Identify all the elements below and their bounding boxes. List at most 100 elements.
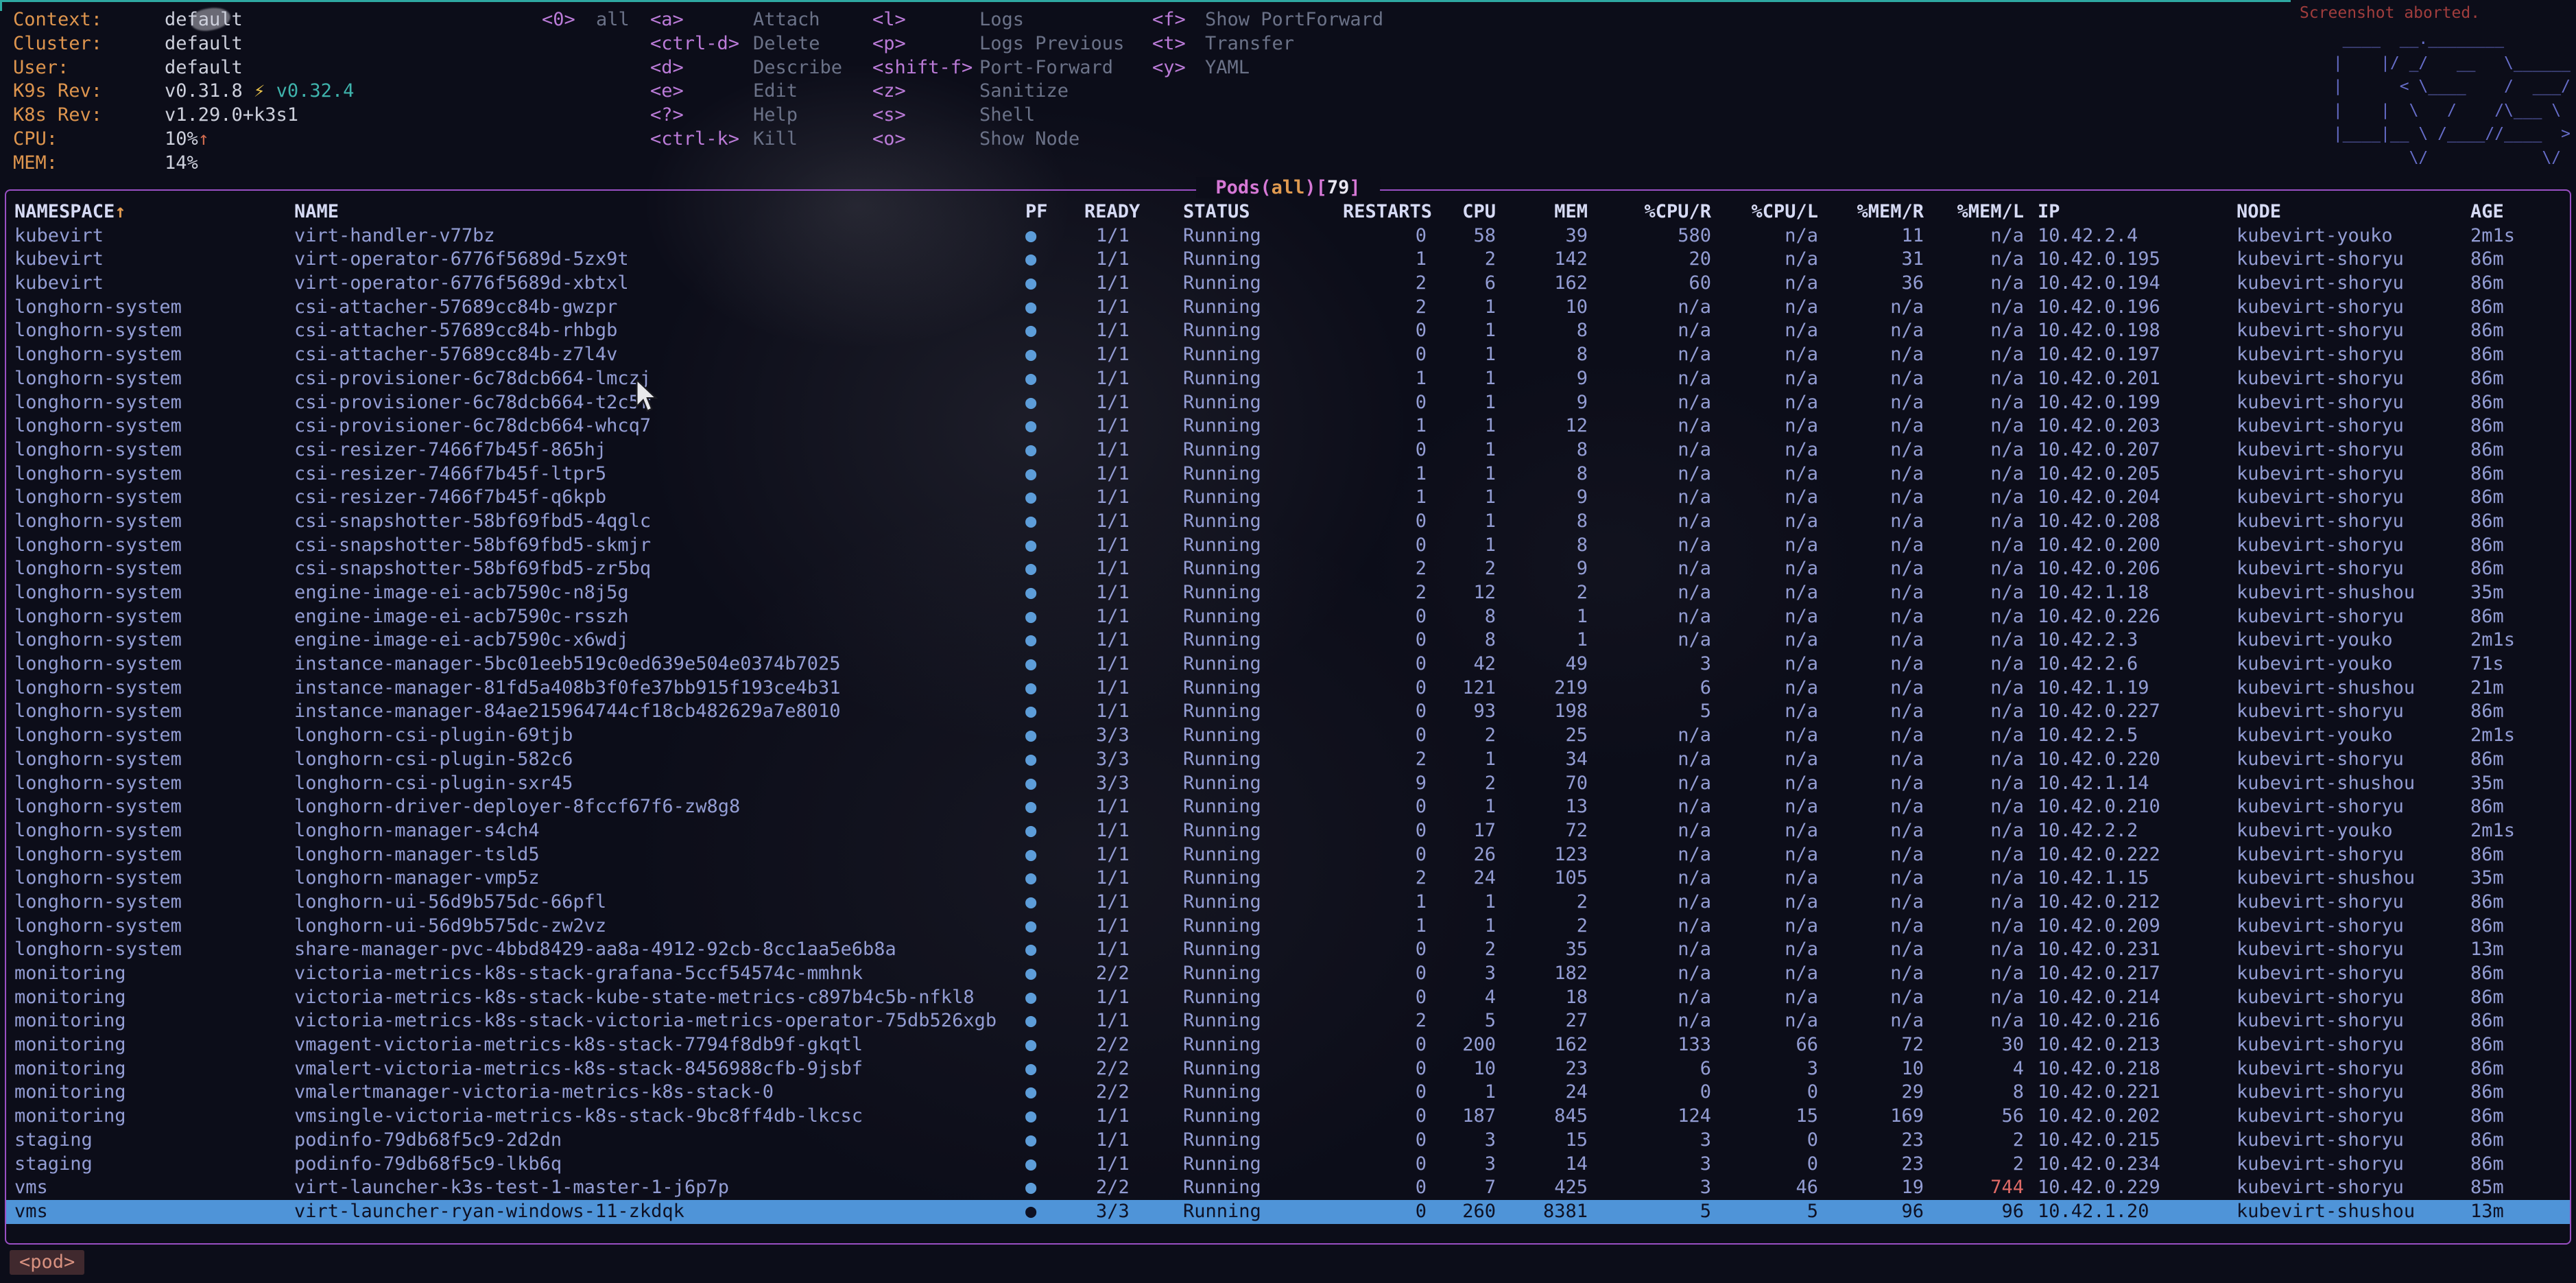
cell-ready: 1/1 [1076,652,1175,676]
cell-name: longhorn-manager-s4ch4 [294,819,1018,843]
column-header-cpu-l[interactable]: %CPU/L [1718,200,1825,224]
column-header-ready[interactable]: READY [1076,200,1175,224]
table-row[interactable]: monitoringvictoria-metrics-k8s-stack-vic… [6,1009,2570,1033]
cell-ready: 1/1 [1076,915,1175,939]
table-row[interactable]: longhorn-systemcsi-provisioner-6c78dcb66… [6,414,2570,438]
table-row[interactable]: longhorn-systeminstance-manager-5bc01eeb… [6,652,2570,676]
cell-status: Running [1175,843,1343,867]
cell-cpu: 12 [1433,581,1503,605]
column-header-node[interactable]: NODE [2232,200,2462,224]
cell-name: csi-attacher-57689cc84b-z7l4v [294,343,1018,367]
cell-ready: 3/3 [1076,772,1175,796]
cell-node: kubevirt-shoryu [2232,962,2462,986]
portforward-dot-icon: ● [1018,557,1076,581]
table-row[interactable]: longhorn-systemcsi-attacher-57689cc84b-r… [6,319,2570,343]
column-header-ip[interactable]: IP [2031,200,2232,224]
table-row[interactable]: longhorn-systeminstance-manager-84ae2159… [6,700,2570,724]
table-row[interactable]: longhorn-systemengine-image-ei-acb7590c-… [6,581,2570,605]
column-header-status[interactable]: STATUS [1175,200,1343,224]
table-row[interactable]: longhorn-systemlonghorn-manager-vmp5z●1/… [6,867,2570,891]
column-header-mem-l[interactable]: %MEM/L [1931,200,2031,224]
cell-cpu-r: 0 [1595,1081,1718,1105]
table-row[interactable]: longhorn-systemcsi-resizer-7466f7b45f-lt… [6,462,2570,486]
table-row[interactable]: longhorn-systemcsi-snapshotter-58bf69fbd… [6,557,2570,581]
cell-mem-l: 744 [1931,1176,2031,1200]
cell-namespace: longhorn-system [14,581,294,605]
column-header-age[interactable]: AGE [2462,200,2564,224]
table-row[interactable]: kubevirtvirt-operator-6776f5689d-xbtxl●1… [6,272,2570,296]
cell-cpu: 26 [1433,843,1503,867]
cell-cpu-r: 5 [1595,1200,1718,1224]
column-header-cpu-r[interactable]: %CPU/R [1595,200,1718,224]
table-row[interactable]: monitoringvmsingle-victoria-metrics-k8s-… [6,1105,2570,1129]
cell-mem: 15 [1503,1129,1595,1153]
table-row[interactable]: longhorn-systemcsi-resizer-7466f7b45f-q6… [6,486,2570,510]
cell-namespace: monitoring [14,1105,294,1129]
cell-mem-r: n/a [1825,915,1931,939]
table-row[interactable]: monitoringvmalert-victoria-metrics-k8s-s… [6,1057,2570,1081]
table-row[interactable]: kubevirtvirt-operator-6776f5689d-5zx9t●1… [6,248,2570,272]
table-row[interactable]: vmsvirt-launcher-k3s-test-1-master-1-j6p… [6,1176,2570,1200]
cell-cpu-l: n/a [1718,724,1825,748]
table-row[interactable]: stagingpodinfo-79db68f5c9-2d2dn●1/1Runni… [6,1129,2570,1153]
cell-mem-l: 4 [1931,1057,2031,1081]
column-header-cpu[interactable]: CPU [1433,200,1503,224]
table-row[interactable]: longhorn-systemcsi-provisioner-6c78dcb66… [6,367,2570,391]
column-header-mem[interactable]: MEM [1503,200,1595,224]
table-row[interactable]: longhorn-systemengine-image-ei-acb7590c-… [6,605,2570,629]
table-row[interactable]: monitoringvmagent-victoria-metrics-k8s-s… [6,1033,2570,1057]
column-header-mem-r[interactable]: %MEM/R [1825,200,1931,224]
table-row[interactable]: longhorn-systemlonghorn-manager-tsld5●1/… [6,843,2570,867]
cell-ip: 10.42.0.197 [2031,343,2232,367]
cell-name: csi-attacher-57689cc84b-rhbgb [294,319,1018,343]
cell-cpu: 1 [1433,343,1503,367]
table-row[interactable]: longhorn-systemshare-manager-pvc-4bbd842… [6,938,2570,962]
breadcrumb-pod[interactable]: <pod> [10,1250,84,1275]
portforward-dot-icon: ● [1018,534,1076,558]
table-row-selected[interactable]: vmsvirt-launcher-ryan-windows-11-zkdqk●3… [6,1200,2570,1224]
cell-ready: 1/1 [1076,557,1175,581]
table-row[interactable]: longhorn-systeminstance-manager-81fd5a40… [6,676,2570,701]
table-row[interactable]: longhorn-systemlonghorn-csi-plugin-69tjb… [6,724,2570,748]
cell-ready: 3/3 [1076,748,1175,772]
top-border-line [0,0,2291,2]
cell-mem: 9 [1503,367,1595,391]
table-row[interactable]: longhorn-systemcsi-resizer-7466f7b45f-86… [6,438,2570,462]
table-row[interactable]: monitoringvictoria-metrics-k8s-stack-gra… [6,962,2570,986]
table-row[interactable]: longhorn-systemlonghorn-manager-s4ch4●1/… [6,819,2570,843]
hotkey-label: Delete [753,33,820,54]
cell-namespace: longhorn-system [14,510,294,534]
cell-mem-l: n/a [1931,391,2031,415]
column-header-name[interactable]: NAME [294,200,1018,224]
cell-status: Running [1175,772,1343,796]
cell-cpu-l: n/a [1718,795,1825,819]
table-row[interactable]: longhorn-systemlonghorn-driver-deployer-… [6,795,2570,819]
table-row[interactable]: longhorn-systemcsi-snapshotter-58bf69fbd… [6,534,2570,558]
cell-status: Running [1175,510,1343,534]
table-row[interactable]: longhorn-systemlonghorn-ui-56d9b575dc-66… [6,891,2570,915]
cell-age: 86m [2462,748,2564,772]
cell-cpu-r: n/a [1595,343,1718,367]
cell-mem: 70 [1503,772,1595,796]
cell-age: 86m [2462,248,2564,272]
cell-mem-r: n/a [1825,700,1931,724]
table-row[interactable]: longhorn-systemcsi-attacher-57689cc84b-g… [6,296,2570,320]
cell-namespace: longhorn-system [14,652,294,676]
table-row[interactable]: longhorn-systemcsi-provisioner-6c78dcb66… [6,391,2570,415]
table-row[interactable]: longhorn-systemlonghorn-ui-56d9b575dc-zw… [6,915,2570,939]
table-row[interactable]: stagingpodinfo-79db68f5c9-lkb6q●1/1Runni… [6,1153,2570,1177]
cell-ip: 10.42.2.2 [2031,819,2232,843]
column-header-restarts[interactable]: RESTARTS [1343,200,1433,224]
column-header-namespace[interactable]: NAMESPACE↑ [14,200,294,224]
table-row[interactable]: kubevirtvirt-handler-v77bz●1/1Running058… [6,224,2570,248]
table-row[interactable]: longhorn-systemengine-image-ei-acb7590c-… [6,628,2570,652]
cell-cpu-l: n/a [1718,1009,1825,1033]
column-header-pf[interactable]: PF [1018,200,1076,224]
table-row[interactable]: longhorn-systemcsi-attacher-57689cc84b-z… [6,343,2570,367]
table-row[interactable]: monitoringvictoria-metrics-k8s-stack-kub… [6,986,2570,1010]
table-row[interactable]: monitoringvmalertmanager-victoria-metric… [6,1081,2570,1105]
cell-mem: 1 [1503,605,1595,629]
table-row[interactable]: longhorn-systemlonghorn-csi-plugin-sxr45… [6,772,2570,796]
table-row[interactable]: longhorn-systemcsi-snapshotter-58bf69fbd… [6,510,2570,534]
table-row[interactable]: longhorn-systemlonghorn-csi-plugin-582c6… [6,748,2570,772]
